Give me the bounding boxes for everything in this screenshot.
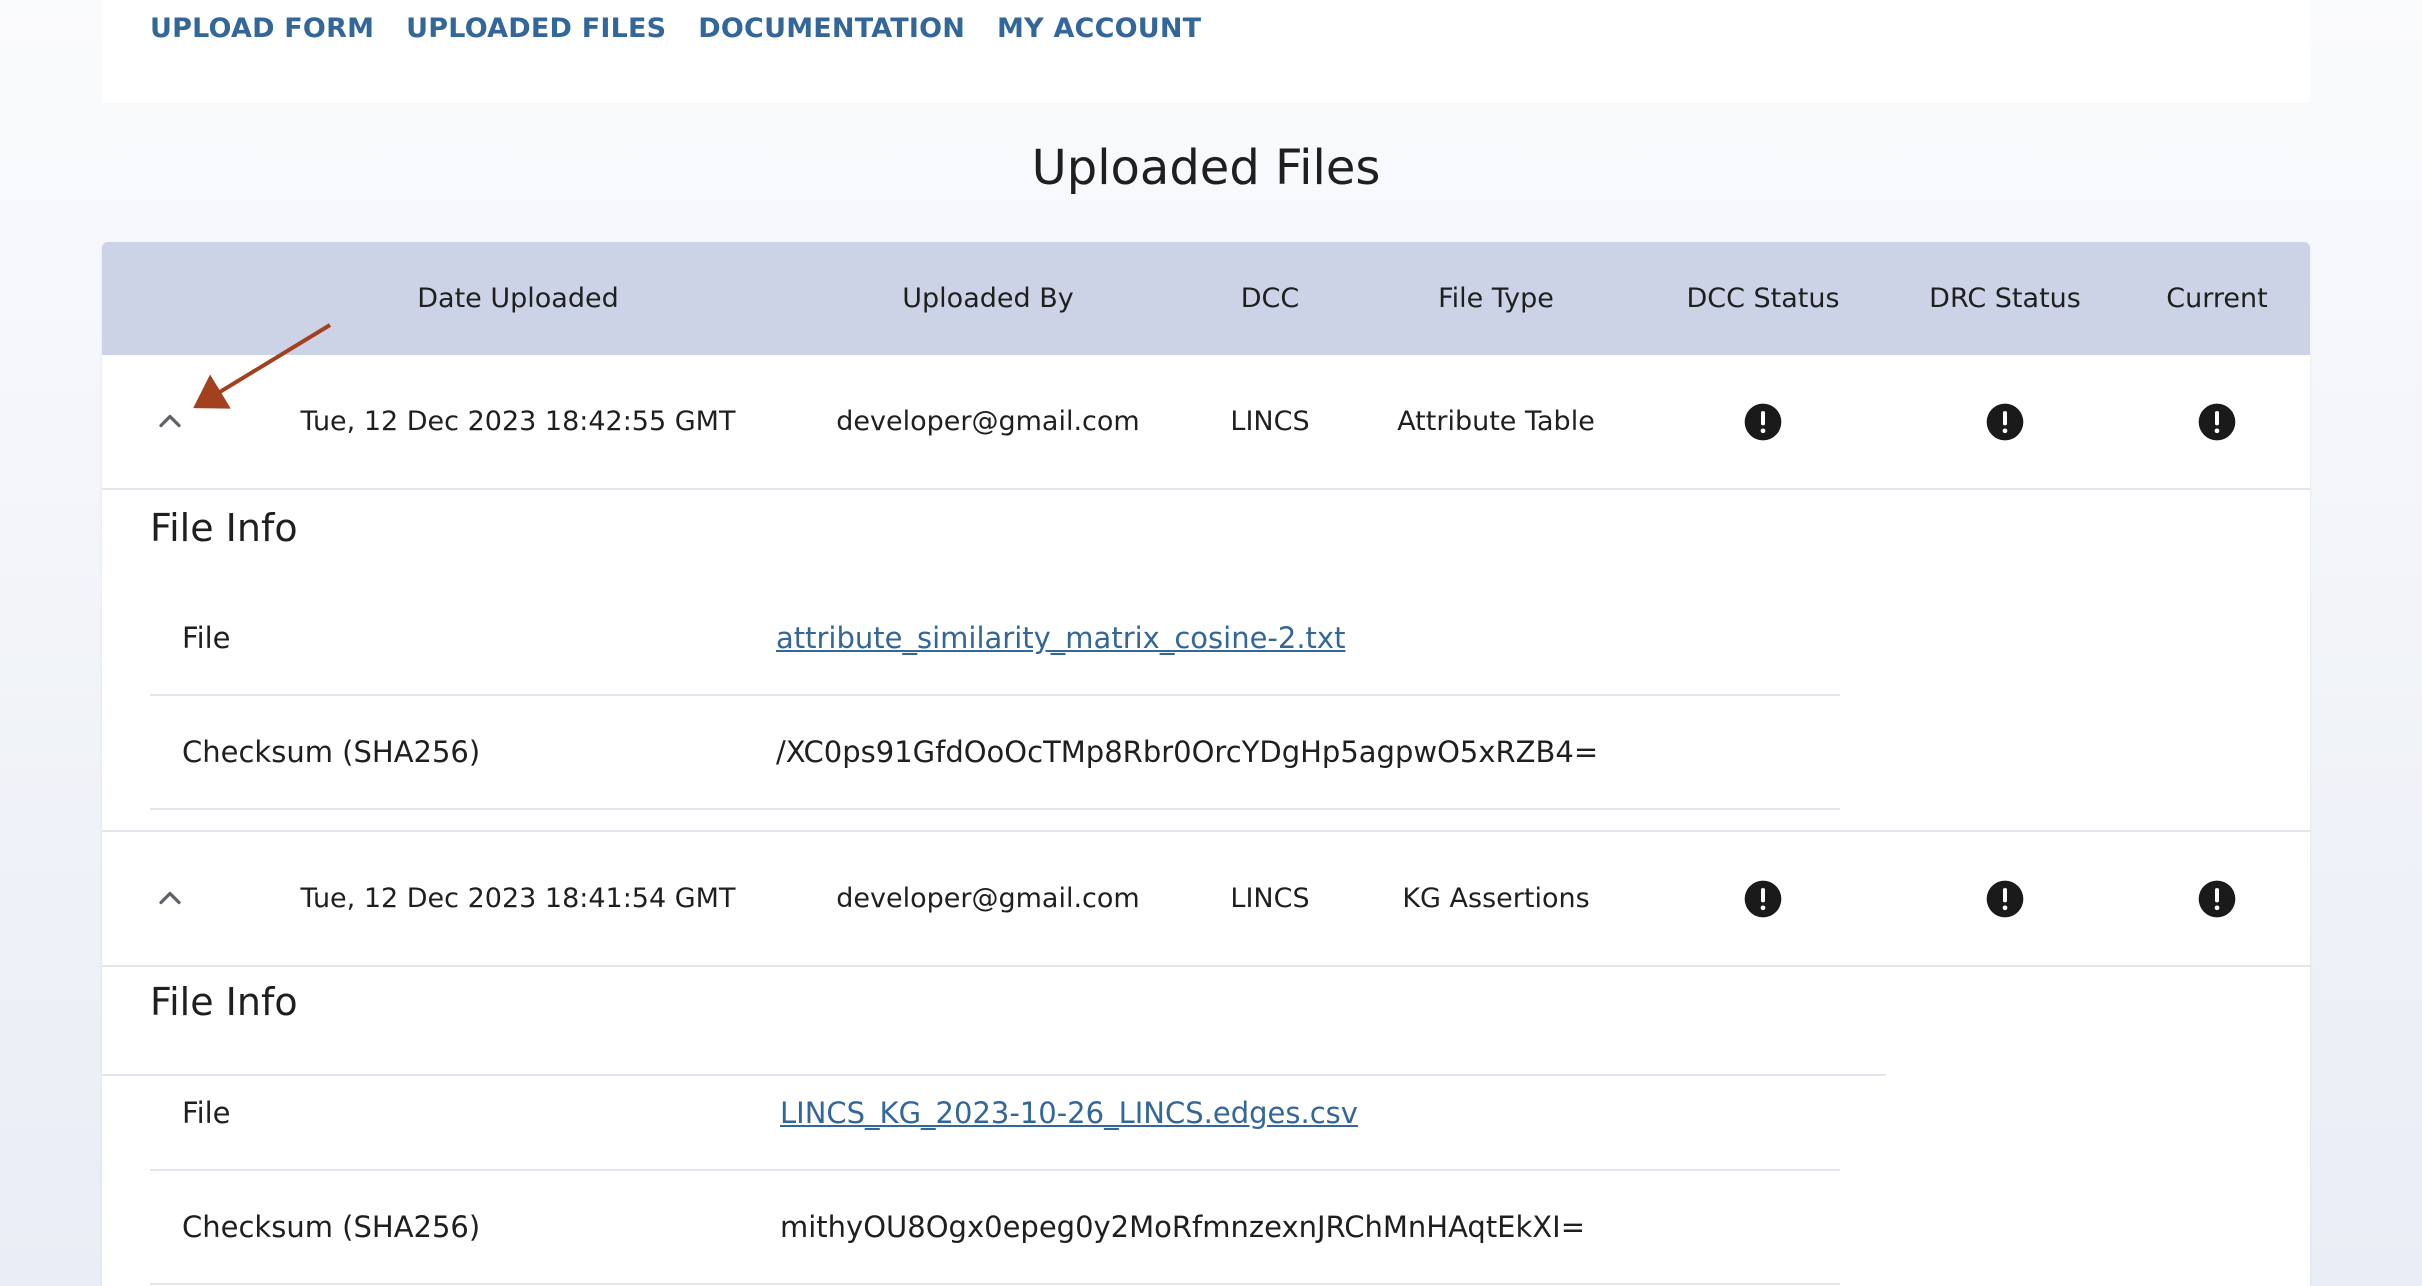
nav-documentation[interactable]: DOCUMENTATION	[698, 13, 965, 44]
page-title: Uploaded Files	[1031, 140, 1381, 196]
chevron-up-icon[interactable]	[152, 880, 188, 916]
checksum-value: mithyOU8Ogx0epeg0y2MoRfmnzexnJRChMnHAqtE…	[780, 1210, 1586, 1244]
column-header-uploaded-by[interactable]: Uploaded By	[902, 242, 1073, 355]
file-info-row-checksum: Checksum (SHA256) mithyOU8Ogx0epeg0y2MoR…	[150, 1171, 1840, 1285]
cell-uploaded-by: developer@gmail.com	[836, 406, 1140, 437]
column-header-current[interactable]: Current	[2166, 242, 2267, 355]
exclamation-circle-icon	[1986, 403, 2024, 441]
nav-uploaded-files[interactable]: UPLOADED FILES	[406, 13, 666, 44]
file-download-link[interactable]: attribute_similarity_matrix_cosine-2.txt	[776, 582, 1345, 694]
checksum-label: Checksum (SHA256)	[182, 1210, 481, 1244]
cell-file-type: KG Assertions	[1402, 883, 1590, 914]
exclamation-circle-icon	[1744, 403, 1782, 441]
column-header-file-type[interactable]: File Type	[1438, 242, 1554, 355]
checksum-label: Checksum (SHA256)	[182, 735, 481, 769]
cell-date-uploaded: Tue, 12 Dec 2023 18:41:54 GMT	[300, 883, 736, 914]
nav-upload-form[interactable]: UPLOAD FORM	[150, 13, 374, 44]
exclamation-circle-icon	[1986, 880, 2024, 918]
checksum-value: /XC0ps91GfdOoOcTMp8Rbr0OrcYDgHp5agpwO5xR…	[776, 735, 1599, 769]
file-info-row-file: File LINCS_KG_2023-10-26_LINCS.edges.csv	[150, 1057, 1840, 1171]
chevron-up-icon[interactable]	[152, 403, 188, 439]
column-header-dcc-status[interactable]: DCC Status	[1686, 242, 1839, 355]
column-header-drc-status[interactable]: DRC Status	[1929, 242, 2081, 355]
exclamation-circle-icon	[2198, 880, 2236, 918]
file-label: File	[182, 1096, 231, 1130]
table-row[interactable]: Tue, 12 Dec 2023 18:41:54 GMT developer@…	[102, 830, 2310, 967]
file-info-panel: File Info File LINCS_KG_2023-10-26_LINCS…	[102, 965, 1886, 1286]
cell-dcc: LINCS	[1230, 406, 1310, 437]
file-info-row-file: File attribute_similarity_matrix_cosine-…	[150, 582, 1840, 696]
file-info-title: File Info	[150, 980, 298, 1024]
cell-date-uploaded: Tue, 12 Dec 2023 18:42:55 GMT	[300, 406, 736, 437]
table-header: Date Uploaded Uploaded By DCC File Type …	[102, 242, 2310, 355]
uploaded-files-table: Date Uploaded Uploaded By DCC File Type …	[102, 242, 2310, 1286]
exclamation-circle-icon	[2198, 403, 2236, 441]
cell-uploaded-by: developer@gmail.com	[836, 883, 1140, 914]
table-row[interactable]: Tue, 12 Dec 2023 18:42:55 GMT developer@…	[102, 355, 2310, 490]
file-label: File	[182, 621, 231, 655]
top-nav: UPLOAD FORM UPLOADED FILES DOCUMENTATION…	[102, 0, 2310, 103]
nav-my-account[interactable]: MY ACCOUNT	[997, 13, 1201, 44]
exclamation-circle-icon	[1744, 880, 1782, 918]
cell-file-type: Attribute Table	[1397, 406, 1595, 437]
column-header-dcc[interactable]: DCC	[1241, 242, 1300, 355]
file-info-title: File Info	[150, 506, 298, 550]
cell-dcc: LINCS	[1230, 883, 1310, 914]
file-download-link[interactable]: LINCS_KG_2023-10-26_LINCS.edges.csv	[780, 1057, 1358, 1169]
column-header-date-uploaded[interactable]: Date Uploaded	[417, 242, 618, 355]
file-info-row-checksum: Checksum (SHA256) /XC0ps91GfdOoOcTMp8Rbr…	[150, 696, 1840, 810]
